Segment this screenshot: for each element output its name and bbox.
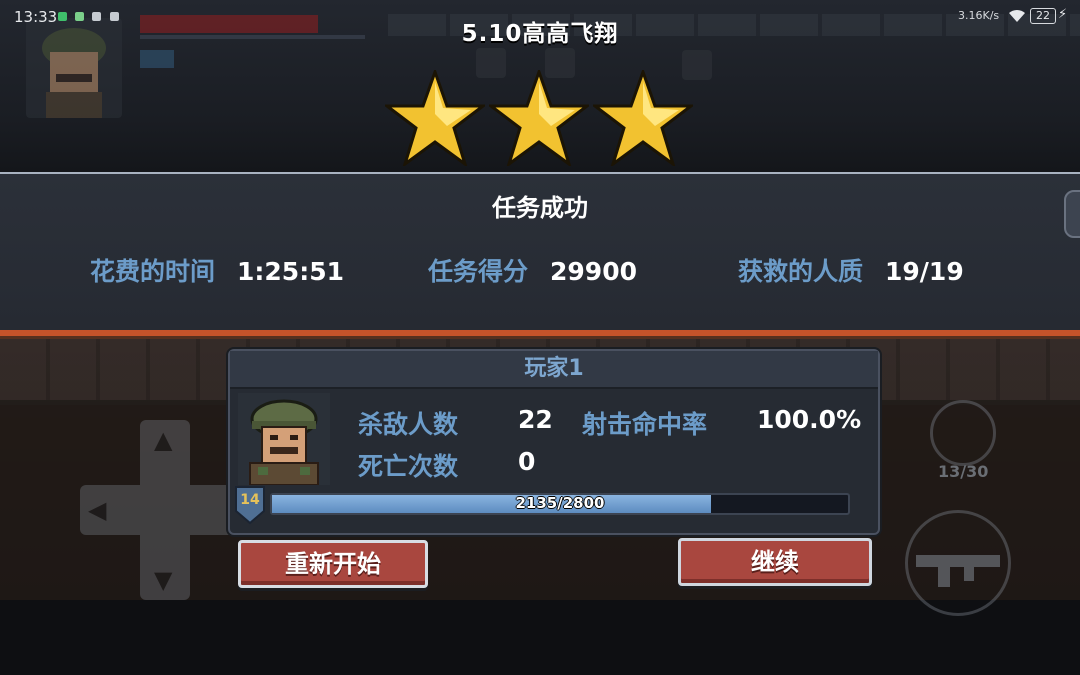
deaths-label: 死亡次数 xyxy=(358,452,459,481)
fire-button[interactable] xyxy=(905,510,1011,616)
continue-button[interactable]: 继续 xyxy=(678,538,872,586)
mission-summary-band: 任务成功 花费的时间 1:25:51 任务得分 29900 获救的人质 19/19 xyxy=(0,172,1080,336)
dpad-down-icon: ▼ xyxy=(154,566,173,594)
hud-grenade-indicator xyxy=(140,50,174,68)
deaths-value: 0 xyxy=(518,447,536,476)
stat-label: 花费的时间 xyxy=(90,257,216,286)
stat-value: 1:25:51 xyxy=(237,257,344,286)
restart-button[interactable]: 重新开始 xyxy=(238,540,428,588)
xp-progress-text: 2135/2800 xyxy=(515,494,605,512)
stat-time-spent: 花费的时间 1:25:51 xyxy=(90,252,344,288)
hud-ammo-count: 13/30 xyxy=(938,462,989,481)
stat-mission-score: 任务得分 29900 xyxy=(428,252,637,288)
soldier-avatar xyxy=(238,393,330,485)
level-title: 5.10高高飞翔 xyxy=(461,21,619,47)
dpad-up-icon: ▲ xyxy=(154,426,173,454)
player-level: 14 xyxy=(240,492,260,508)
stat-value: 19/19 xyxy=(885,257,964,286)
player-name: 玩家1 xyxy=(230,351,878,389)
player-stats-panel: 玩家1 杀敌人数 22 射击命中率 100.0% 死亡次数 0 14 2135/… xyxy=(228,349,880,535)
dpad-left-icon: ◀ xyxy=(88,496,107,524)
accuracy-label: 射击命中率 xyxy=(582,410,708,439)
side-menu-icon[interactable] xyxy=(1064,190,1080,238)
accuracy-value: 100.0% xyxy=(757,405,862,434)
star-rating xyxy=(385,70,697,170)
stat-label: 获救的人质 xyxy=(738,257,864,286)
star-icon xyxy=(385,70,485,166)
stat-value: 29900 xyxy=(550,257,637,286)
star-icon xyxy=(593,70,693,166)
stat-label: 任务得分 xyxy=(428,257,529,286)
grenade-button[interactable] xyxy=(930,400,996,466)
mission-result-title: 任务成功 xyxy=(492,194,588,222)
dpad-control[interactable]: ▲ ▼ ◀ xyxy=(80,420,250,600)
stat-hostages-rescued: 获救的人质 19/19 xyxy=(738,252,964,288)
xp-progress-bar: 2135/2800 xyxy=(270,493,850,515)
kills-value: 22 xyxy=(518,405,553,434)
star-icon xyxy=(489,70,589,166)
kills-label: 杀敌人数 xyxy=(358,410,459,439)
